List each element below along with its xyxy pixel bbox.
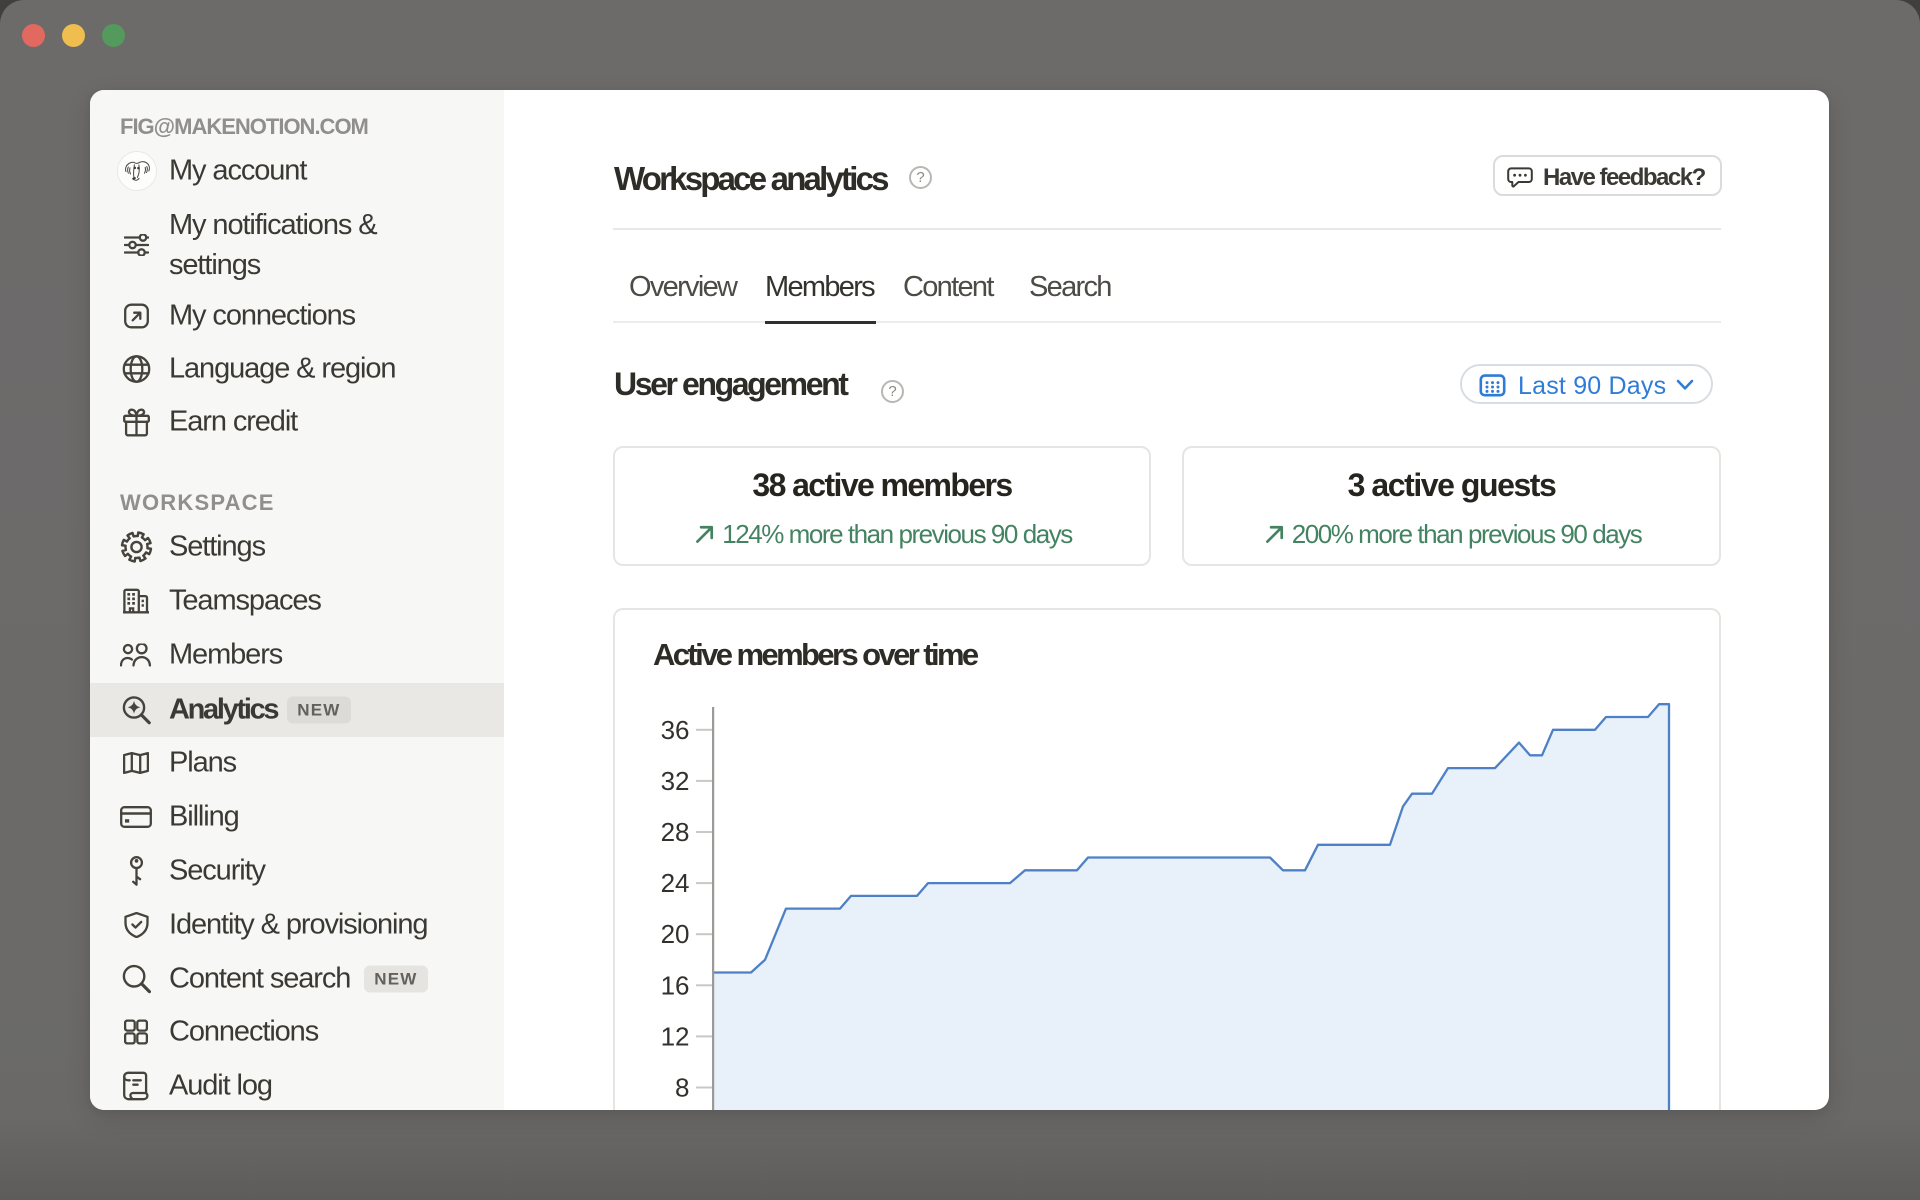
svg-text:16: 16 [661, 970, 690, 1000]
svg-text:36: 36 [661, 715, 690, 745]
svg-text:12: 12 [661, 1021, 690, 1051]
svg-text:28: 28 [661, 817, 690, 847]
svg-text:20: 20 [661, 919, 690, 949]
svg-text:8: 8 [675, 1073, 689, 1103]
svg-text:24: 24 [661, 868, 690, 898]
svg-text:32: 32 [661, 766, 690, 796]
